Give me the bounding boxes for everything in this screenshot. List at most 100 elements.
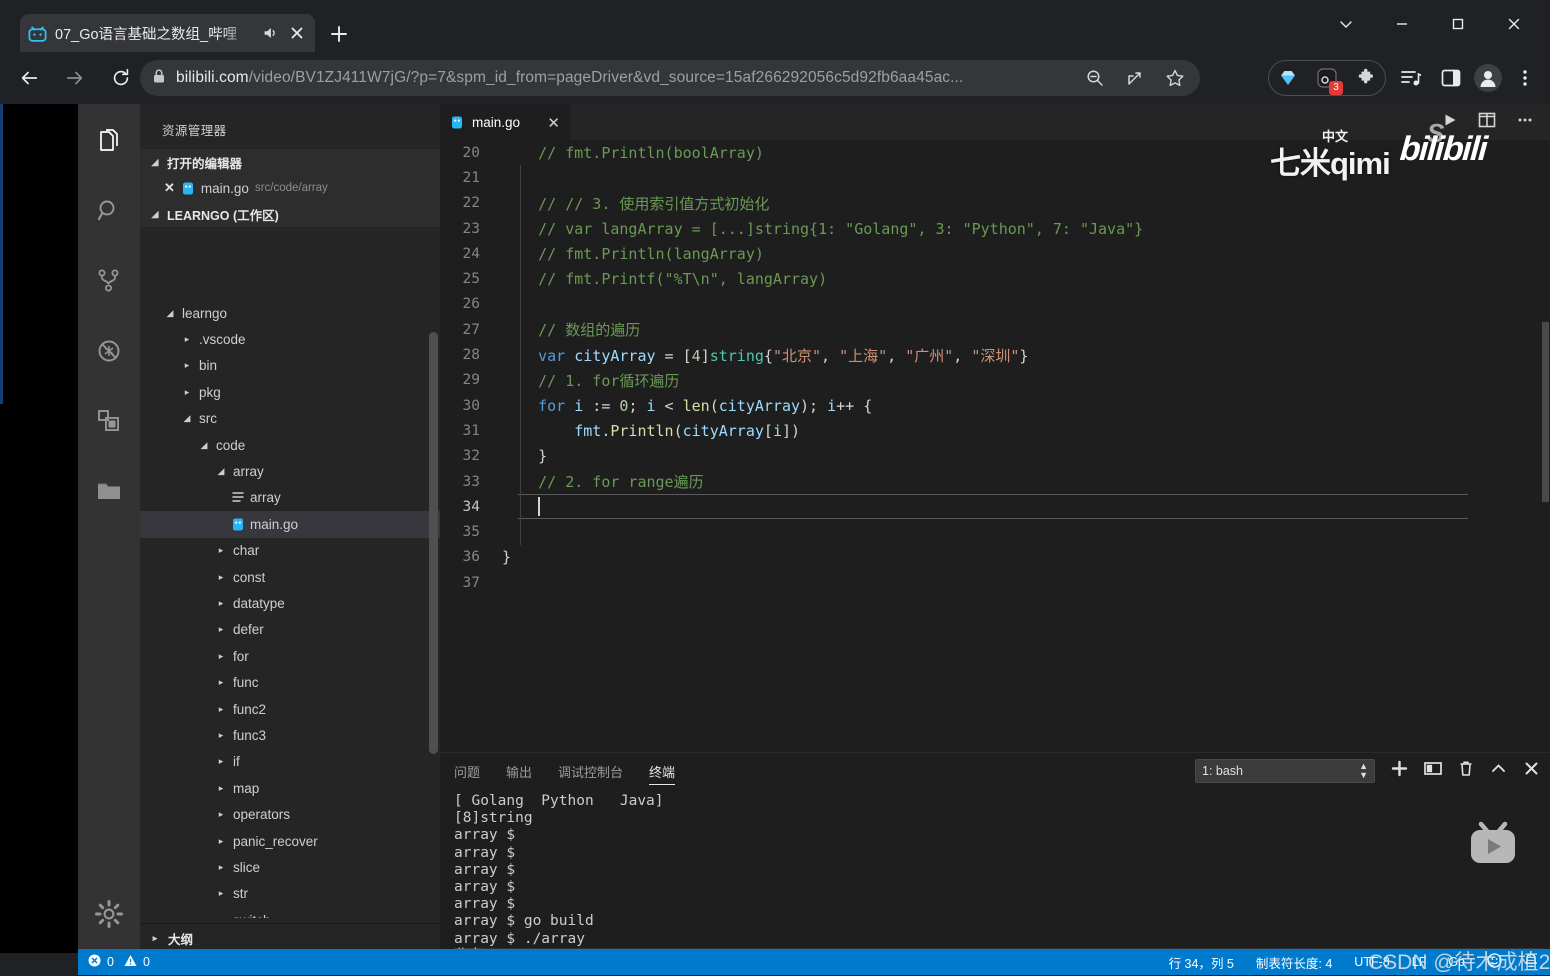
code-line[interactable]: 29 // 1. for循环遍历 [440,368,1550,393]
tree-item-slice[interactable]: ▸slice [140,854,440,880]
close-icon[interactable]: ✕ [547,114,560,132]
tree-item-array[interactable]: ◢array [140,458,440,484]
close-panel-icon[interactable] [1523,760,1540,782]
settings-gear-icon[interactable] [86,891,132,937]
tree-item-array[interactable]: array [140,485,440,511]
maximize-panel-icon[interactable] [1490,760,1507,782]
code-line[interactable]: 23 // var langArray = [...]string{1: "Go… [440,216,1550,241]
encoding[interactable]: UTF-8 [1354,955,1389,969]
explorer-icon[interactable] [86,118,132,164]
code-line[interactable]: 25 // fmt.Printf("%T\n", langArray) [440,266,1550,291]
language-mode[interactable]: Go [1448,955,1465,969]
code-line[interactable]: 37 [440,570,1550,595]
cursor-position[interactable]: 行 34，列 5 [1169,953,1234,972]
end-of-line[interactable]: LF [1412,955,1427,969]
tree-item-code[interactable]: ◢code [140,432,440,458]
tree-item-src[interactable]: ◢src [140,406,440,432]
add-terminal-icon[interactable] [1391,760,1408,782]
tree-item-panic-recover[interactable]: ▸panic_recover [140,828,440,854]
extension-app-icon[interactable]: 3 [1314,65,1340,91]
code-line[interactable]: 32 } [440,444,1550,469]
tree-item-switch[interactable]: ▸switch [140,907,440,918]
status-bar-problems[interactable]: 0 0 [78,954,150,970]
tree-item-datatype[interactable]: ▸datatype [140,590,440,616]
tab-size[interactable]: 制表符长度: 4 [1256,953,1332,972]
source-control-icon[interactable] [86,258,132,304]
tree-item-learngo[interactable]: ◢learngo [140,300,440,326]
new-tab-button[interactable] [325,20,353,48]
tree-item-defer[interactable]: ▸defer [140,617,440,643]
extensions-icon[interactable] [86,398,132,444]
open-editors-header[interactable]: ◢ 打开的编辑器 [140,149,440,175]
kill-terminal-icon[interactable] [1458,760,1474,782]
run-and-debug-icon[interactable] [86,328,132,374]
speaker-icon[interactable] [261,24,279,42]
terminal-output[interactable]: [ Golang Python Java][8]stringarray $arr… [454,793,1544,975]
code-line[interactable]: 22 // // 3. 使用索引值方式初始化 [440,191,1550,216]
code-line[interactable]: 36} [440,545,1550,570]
panel-tab[interactable]: 终端 [649,753,675,789]
tree-item-main-go[interactable]: main.go [140,511,440,537]
code-line[interactable]: 33 // 2. for range遍历 [440,469,1550,494]
tree-item-for[interactable]: ▸for [140,643,440,669]
code-line[interactable]: 20 // fmt.Println(boolArray) [440,140,1550,165]
tree-item-const[interactable]: ▸const [140,564,440,590]
code-line[interactable]: 30 for i := 0; i < len(cityArray); i++ { [440,393,1550,418]
tree-item--vscode[interactable]: ▸.vscode [140,326,440,352]
side-panel-icon[interactable] [1438,65,1464,91]
browser-tab[interactable]: 07_Go语言基础之数组_哔哩 [20,14,315,52]
editor-tab-main-go[interactable]: main.go ✕ [440,104,570,140]
tree-item-str[interactable]: ▸str [140,881,440,907]
reload-icon[interactable] [102,59,140,97]
panel-tab[interactable]: 问题 [454,753,480,789]
code-line[interactable]: 28 var cityArray = [4]string{"北京", "上海",… [440,342,1550,367]
star-icon[interactable] [1162,65,1188,91]
minimize-icon[interactable] [1374,6,1430,42]
tree-item-func3[interactable]: ▸func3 [140,722,440,748]
code-line[interactable]: 27 // 数组的遍历 [440,317,1550,342]
editor-minimap[interactable] [1540,140,1550,752]
terminal-selector[interactable]: 1: bash ▲▼ [1195,759,1375,783]
code-line[interactable]: 34 [440,494,1550,519]
close-icon[interactable]: ✕ [164,180,175,196]
browser-menu-icon[interactable] [1512,65,1538,91]
zoom-out-icon[interactable] [1082,65,1108,91]
back-arrow-icon[interactable] [10,59,48,97]
maximize-icon[interactable] [1430,6,1486,42]
close-icon[interactable] [287,23,307,43]
chevron-down-icon[interactable] [1318,6,1374,42]
close-icon[interactable] [1486,6,1542,42]
tree-item-map[interactable]: ▸map [140,775,440,801]
search-icon[interactable] [86,188,132,234]
remote-folder-icon[interactable] [86,468,132,514]
smiley-icon[interactable] [1487,953,1502,971]
code-content[interactable]: 20 // fmt.Println(boolArray)2122 // // 3… [440,140,1550,752]
split-terminal-icon[interactable] [1424,760,1442,782]
file-tree[interactable]: ◢learngo▸.vscode▸bin▸pkg◢src◢code◢arraya… [140,300,440,918]
puzzle-icon[interactable] [1353,65,1379,91]
code-line[interactable]: 31 fmt.Println(cityArray[i]) [440,418,1550,443]
forward-arrow-icon[interactable] [56,59,94,97]
panel-tab[interactable]: 调试控制台 [558,753,623,789]
tree-item-if[interactable]: ▸if [140,749,440,775]
share-icon[interactable] [1122,65,1148,91]
tree-item-char[interactable]: ▸char [140,538,440,564]
open-editor-item[interactable]: ✕ main.go src/code/array [140,175,440,201]
address-bar[interactable]: bilibili.com/video/BV1ZJ411W7jG/?p=7&spm… [140,60,1200,96]
tree-item-pkg[interactable]: ▸pkg [140,379,440,405]
code-line[interactable]: 21 [440,165,1550,190]
tree-item-func[interactable]: ▸func [140,669,440,695]
more-actions-icon[interactable] [1516,111,1534,134]
bell-icon[interactable] [1524,953,1538,971]
workspace-header[interactable]: ◢ LEARNGO (工作区) [140,201,440,227]
code-line[interactable]: 35 [440,519,1550,544]
panel-tab[interactable]: 输出 [506,753,532,789]
sidebar-scrollbar[interactable] [429,332,438,754]
profile-avatar-icon[interactable] [1474,64,1502,92]
reading-list-icon[interactable] [1398,65,1424,91]
code-line[interactable]: 26 [440,292,1550,317]
tree-item-operators[interactable]: ▸operators [140,801,440,827]
code-line[interactable]: 24 // fmt.Println(langArray) [440,241,1550,266]
diamond-icon[interactable] [1275,65,1301,91]
tree-item-bin[interactable]: ▸bin [140,353,440,379]
